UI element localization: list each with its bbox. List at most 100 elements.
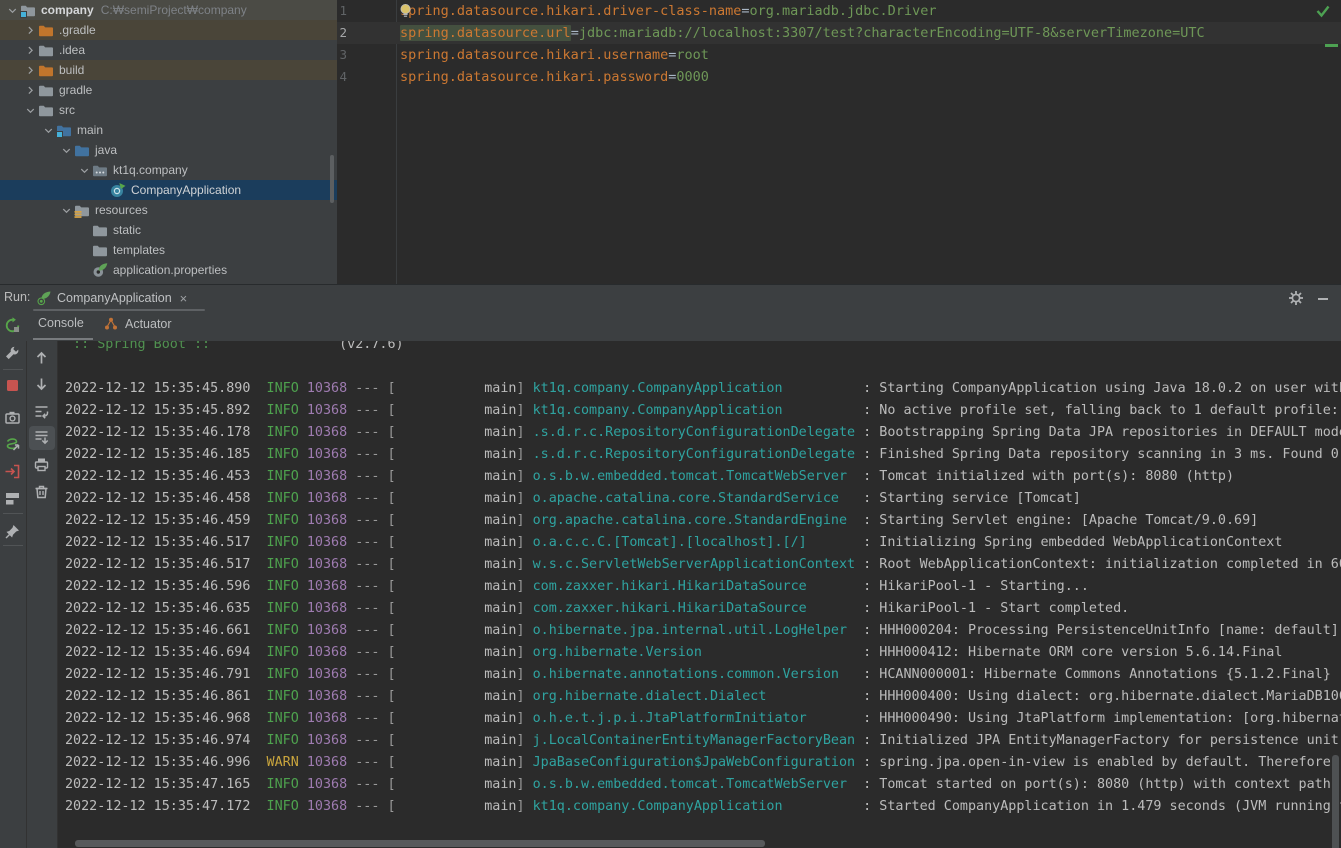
property-value: root [676,47,709,63]
run-window-toolbar [0,341,27,848]
chevron-collapsed-icon[interactable] [24,82,37,98]
ide-window: company C:₩semiProject₩company .gradle .ide… [0,0,1341,848]
console-horizontal-scrollbar[interactable] [75,840,765,847]
folder-icon [91,242,108,258]
console-line: 2022-12-12 15:35:46.694 INFO 10368 --- [… [65,645,1283,660]
inspections-ok-icon[interactable] [1315,4,1331,18]
property-separator: = [570,25,579,41]
chevron-collapsed-icon[interactable] [24,62,37,78]
console-line: 2022-12-12 15:35:46.661 INFO 10368 --- [… [65,623,1339,638]
editor-line-4[interactable]: 4 spring.datasource.hikari.password=0000 [337,66,1341,88]
toolbar-separator [3,513,23,514]
run-header: Run: CompanyApplication × [0,285,1341,312]
hide-panel-icon[interactable] [1316,292,1332,308]
tree-item--idea[interactable]: .idea [0,40,337,60]
property-separator: = [741,3,750,19]
camera-icon[interactable] [4,409,22,427]
tree-item-build[interactable]: build [0,60,337,80]
tree-item-resources[interactable]: resources [0,200,337,220]
editor-panel[interactable]: 1 spring.datasource.hikari.driver-class-n… [337,0,1341,284]
tab-actuator-label: Actuator [125,317,172,331]
arrow-up-icon[interactable] [33,349,51,367]
editor-code[interactable]: 1 spring.datasource.hikari.driver-class-n… [337,0,1341,88]
tree-item-label: company [41,3,94,17]
rerun-icon[interactable] [4,317,21,334]
chevron-expanded-icon[interactable] [42,122,55,138]
tree-item--gradle[interactable]: .gradle [0,20,337,40]
property-key: spring.datasource.url [400,25,571,41]
chevron-expanded-icon[interactable] [78,162,91,178]
tree-item-application-properties[interactable]: application.properties [0,260,337,280]
settings-gear-icon[interactable] [1288,290,1304,306]
console-line: 2022-12-12 15:35:46.517 INFO 10368 --- [… [65,535,1283,550]
property-value: 0000 [676,69,709,85]
tree-scrollbar[interactable] [330,155,334,203]
folder-orange-icon [37,22,54,38]
close-tab-icon[interactable]: × [180,291,188,306]
actuator-icon [103,316,119,332]
tree-item-label: main [77,123,104,137]
console-line: 2022-12-12 15:35:46.459 INFO 10368 --- [… [65,513,1259,528]
arrow-down-icon[interactable] [33,376,51,394]
tree-item-company[interactable]: company C:₩semiProject₩company [0,0,337,20]
run-configuration-tab[interactable]: CompanyApplication × [36,287,187,309]
tree-item-src[interactable]: src [0,100,337,120]
editor-line-3[interactable]: 3 spring.datasource.hikari.username=root [337,44,1341,66]
editor-line-2[interactable]: 2 spring.datasource.url=jdbc:mariadb://lo… [337,22,1341,44]
print-icon[interactable] [33,456,51,474]
editor-line-1[interactable]: 1 spring.datasource.hikari.driver-class-n… [337,0,1341,22]
chevron-expanded-icon[interactable] [24,102,37,118]
console-tab-underline [33,338,93,340]
toolbar-separator [3,369,23,370]
folder-icon [37,102,54,118]
property-line: spring.datasource.hikari.username=root [400,44,709,66]
tree-item-kt1q-company[interactable]: kt1q.company [0,160,337,180]
chevron-expanded-icon[interactable] [60,202,73,218]
tree-item-label: .gradle [59,23,96,37]
console-vertical-scrollbar[interactable] [1332,755,1339,848]
intention-bulb-icon[interactable] [399,3,412,18]
wrench-icon[interactable] [4,345,22,363]
console-line: 2022-12-12 15:35:46.861 INFO 10368 --- [… [65,689,1341,704]
console-line: 2022-12-12 15:35:46.791 INFO 10368 --- [… [65,667,1331,682]
scroll-to-end-icon[interactable] [33,429,51,447]
tree-item-java[interactable]: java [0,140,337,160]
chevron-expanded-icon[interactable] [60,142,73,158]
chevron-collapsed-icon[interactable] [24,22,37,38]
tree-item-label: src [59,103,75,117]
tree-item-companyapplication[interactable]: CompanyApplication [0,180,337,200]
property-line: spring.datasource.hikari.driver-class-na… [400,0,936,22]
folder-icon [37,42,54,58]
tree-item-static[interactable]: static [0,220,337,240]
console-line: 2022-12-12 15:35:46.178 INFO 10368 --- [… [65,425,1341,440]
console-line: 2022-12-12 15:35:47.172 INFO 10368 --- [… [65,799,1341,814]
chevron-expanded-icon[interactable] [6,2,19,18]
console-line: 2022-12-12 15:35:46.996 WARN 10368 --- [… [65,755,1339,770]
package-icon [91,162,108,178]
chevron-collapsed-icon[interactable] [24,42,37,58]
console-line: 2022-12-12 15:35:46.517 INFO 10368 --- [… [65,557,1341,572]
console-line: 2022-12-12 15:35:46.635 INFO 10368 --- [… [65,601,1130,616]
line-number: 1 [339,3,347,18]
module-folder-icon [19,2,36,18]
tree-item-templates[interactable]: templates [0,240,337,260]
exit-icon[interactable] [4,463,22,481]
property-key: spring.datasource.hikari.driver-class-na… [400,3,742,19]
soft-wrap-icon[interactable] [33,403,51,421]
pin-icon[interactable] [4,523,22,541]
folder-orange-icon [37,62,54,78]
trash-icon[interactable] [33,483,51,501]
stop-icon[interactable] [4,377,22,395]
spring-restart-icon[interactable] [4,436,22,454]
tab-actuator[interactable]: Actuator [103,316,172,332]
console-output[interactable]: :: Spring Boot :: (v2.7.6) 2022-12-12 15… [58,341,1341,848]
property-value: org.mariadb.jdbc.Driver [749,3,937,19]
tab-console[interactable]: Console [38,316,84,330]
tree-item-main[interactable]: main [0,120,337,140]
run-tool-window: Run: CompanyApplication × Console Actuat… [0,284,1341,848]
layout-icon[interactable] [4,490,22,508]
console-line: 2022-12-12 15:35:46.458 INFO 10368 --- [… [65,491,1081,506]
tree-item-gradle[interactable]: gradle [0,80,337,100]
